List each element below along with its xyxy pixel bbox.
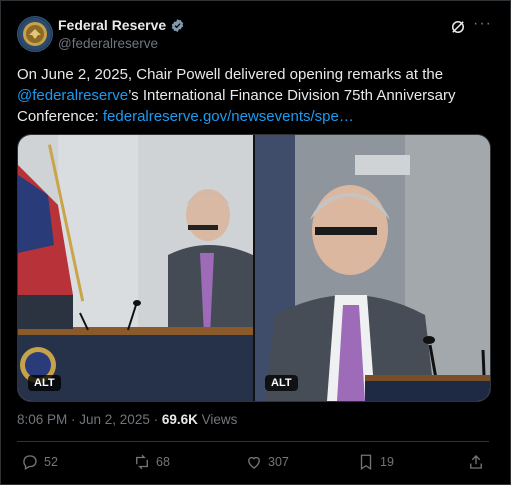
federal-reserve-seal-icon bbox=[19, 18, 51, 50]
like-button[interactable]: 307 bbox=[245, 453, 289, 471]
share-button[interactable] bbox=[467, 453, 485, 471]
bookmark-button[interactable]: 19 bbox=[357, 453, 394, 471]
photo-2-image bbox=[255, 135, 490, 401]
bookmark-icon bbox=[360, 454, 372, 471]
photo-2[interactable]: ALT bbox=[255, 135, 490, 401]
account-name[interactable]: Federal Reserve bbox=[58, 17, 166, 33]
share-icon bbox=[470, 455, 482, 469]
photo-1-image bbox=[18, 135, 253, 401]
tweet-text-part: On June 2, 2025, Chair Powell delivered … bbox=[17, 66, 444, 83]
media-grid: ALT ALT bbox=[17, 134, 491, 402]
reply-icon bbox=[23, 455, 37, 470]
divider bbox=[17, 441, 489, 442]
views-label: Views bbox=[197, 412, 238, 427]
repost-button[interactable]: 68 bbox=[133, 453, 170, 471]
like-icon bbox=[248, 456, 260, 469]
views-count: 69.6K bbox=[161, 412, 198, 427]
repost-count: 68 bbox=[156, 455, 170, 469]
repost-icon bbox=[136, 454, 148, 470]
avatar[interactable] bbox=[17, 16, 53, 52]
bookmark-count: 19 bbox=[380, 455, 394, 469]
tweet-text: On June 2, 2025, Chair Powell delivered … bbox=[17, 64, 487, 127]
tweet-meta: 8:06 PM · Jun 2, 2025 · 69.6K Views bbox=[17, 412, 237, 427]
like-count: 307 bbox=[268, 455, 289, 469]
account-name-row[interactable]: Federal Reserve bbox=[58, 17, 185, 33]
grok-icon[interactable] bbox=[449, 18, 467, 36]
timestamp[interactable]: 8:06 PM · Jun 2, 2025 · bbox=[17, 412, 162, 427]
photo-1[interactable]: ALT bbox=[18, 135, 253, 401]
tweet-card: Federal Reserve @federalreserve ··· On J… bbox=[0, 0, 511, 485]
action-bar: 52 68 307 19 bbox=[17, 450, 489, 476]
mention-link[interactable]: @federalreserve bbox=[17, 87, 128, 104]
reply-button[interactable]: 52 bbox=[21, 453, 58, 471]
verified-badge-icon bbox=[171, 18, 184, 32]
reply-count: 52 bbox=[44, 455, 58, 469]
account-handle[interactable]: @federalreserve bbox=[58, 36, 158, 51]
url-link[interactable]: federalreserve.gov/newsevents/spe… bbox=[103, 108, 354, 125]
alt-badge[interactable]: ALT bbox=[265, 375, 298, 391]
more-icon[interactable]: ··· bbox=[473, 15, 492, 33]
alt-badge[interactable]: ALT bbox=[28, 375, 61, 391]
